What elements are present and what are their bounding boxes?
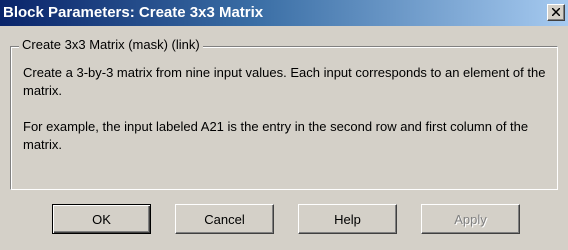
ok-button[interactable]: OK [52, 204, 151, 234]
title-bar[interactable]: Block Parameters: Create 3x3 Matrix [0, 0, 568, 26]
example-text: For example, the input labeled A21 is th… [23, 119, 529, 152]
block-parameters-dialog: Block Parameters: Create 3x3 Matrix Crea… [0, 0, 568, 250]
description-text: Create a 3-by-3 matrix from nine input v… [23, 65, 546, 98]
window-title: Block Parameters: Create 3x3 Matrix [3, 4, 264, 21]
cancel-button[interactable]: Cancel [175, 204, 274, 234]
close-icon [552, 8, 560, 16]
group-title: Create 3x3 Matrix (mask) (link) [19, 37, 203, 52]
help-button[interactable]: Help [298, 204, 397, 234]
close-button[interactable] [547, 4, 565, 21]
apply-button[interactable]: Apply [421, 204, 520, 234]
